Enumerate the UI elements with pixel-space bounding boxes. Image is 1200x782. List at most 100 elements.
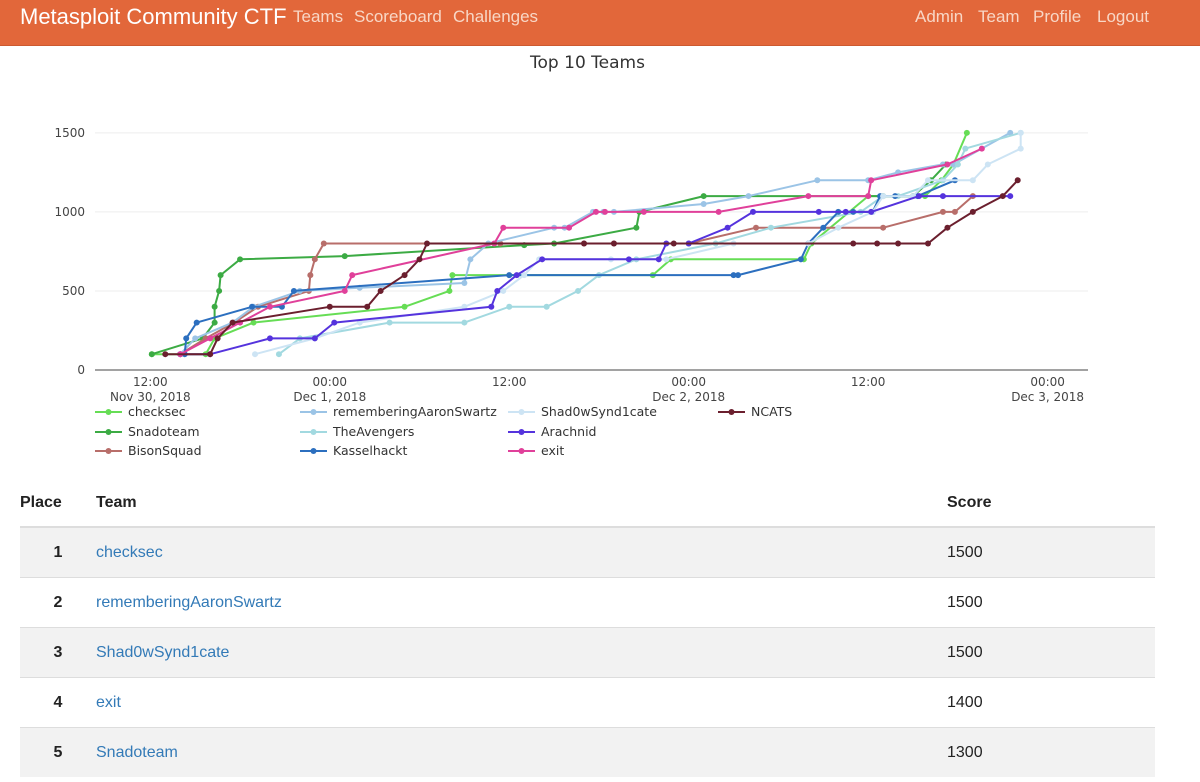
legend-swatch-marker xyxy=(310,429,317,435)
data-point xyxy=(311,256,318,263)
table-row: 4 exit 1400 xyxy=(20,677,1155,728)
data-point xyxy=(969,208,976,215)
table-row: 5 Snadoteam 1300 xyxy=(20,727,1155,777)
table-row: 1 checksec 1500 xyxy=(20,526,1155,578)
legend-swatch-marker xyxy=(518,448,525,454)
team-link[interactable]: rememberingAaronSwartz xyxy=(96,594,282,611)
legend-label: Shad0wSynd1cate xyxy=(541,404,657,419)
legend-swatch-marker xyxy=(105,448,112,454)
data-point xyxy=(331,319,338,326)
data-point xyxy=(954,161,961,168)
data-point xyxy=(592,208,599,215)
legend-swatch-marker xyxy=(728,409,735,415)
data-point xyxy=(1017,145,1024,152)
legend-label: checksec xyxy=(128,404,186,419)
data-point xyxy=(978,145,985,152)
legend-swatch-marker xyxy=(105,409,112,415)
data-point xyxy=(193,319,200,326)
data-point xyxy=(341,287,348,294)
x-tick-date-label: Dec 3, 2018 xyxy=(1011,390,1084,404)
data-point xyxy=(423,240,430,247)
data-point xyxy=(735,272,742,279)
data-point xyxy=(207,351,214,358)
nav-team-link[interactable]: Team xyxy=(978,7,1020,27)
x-tick-label: 00:00 xyxy=(312,375,347,389)
scoreboard-chart: 05001000150012:00Nov 30, 201800:00Dec 1,… xyxy=(54,126,1088,458)
data-point xyxy=(575,287,582,294)
data-point xyxy=(543,303,550,310)
x-tick-date-label: Dec 1, 2018 xyxy=(293,390,366,404)
data-point xyxy=(670,240,677,247)
data-point xyxy=(326,303,333,310)
data-point xyxy=(835,224,842,231)
legend-label: exit xyxy=(541,443,564,458)
data-point xyxy=(1007,193,1014,200)
data-point xyxy=(939,193,946,200)
y-tick-label: 1500 xyxy=(54,126,85,140)
y-tick-label: 0 xyxy=(77,363,85,377)
data-point xyxy=(237,256,244,263)
nav-teams-link[interactable]: Teams xyxy=(293,7,343,27)
data-point xyxy=(349,272,356,279)
data-point xyxy=(820,224,827,231)
data-point xyxy=(192,335,199,342)
score-cell: 1400 xyxy=(947,677,1155,728)
team-link[interactable]: Shad0wSynd1cate xyxy=(96,644,229,661)
data-point xyxy=(162,351,169,358)
x-tick-label: 00:00 xyxy=(1030,375,1065,389)
data-point xyxy=(566,224,573,231)
data-point xyxy=(467,256,474,263)
score-cell: 1300 xyxy=(947,727,1155,777)
data-point xyxy=(461,280,468,287)
data-point xyxy=(868,208,875,215)
data-point xyxy=(364,303,371,310)
data-point xyxy=(625,256,632,263)
nav-scoreboard-link[interactable]: Scoreboard xyxy=(354,7,442,27)
data-point xyxy=(216,287,223,294)
data-point xyxy=(865,193,872,200)
place-cell: 3 xyxy=(20,627,96,678)
team-column-header: Team xyxy=(96,480,947,528)
nav-profile-link[interactable]: Profile xyxy=(1033,7,1081,27)
data-point xyxy=(307,272,314,279)
table-row: 2 rememberingAaronSwartz 1500 xyxy=(20,577,1155,628)
nav-logout-link[interactable]: Logout xyxy=(1097,7,1149,27)
data-point xyxy=(488,303,495,310)
nav-admin-link[interactable]: Admin xyxy=(915,7,963,27)
data-point xyxy=(1017,129,1024,136)
data-point xyxy=(249,303,256,310)
data-point xyxy=(506,272,513,279)
data-point xyxy=(449,272,456,279)
data-point xyxy=(640,208,647,215)
data-point xyxy=(951,208,958,215)
data-point xyxy=(750,208,757,215)
data-point xyxy=(805,193,812,200)
place-column-header: Place xyxy=(20,480,96,528)
x-tick-label: 00:00 xyxy=(671,375,706,389)
data-point xyxy=(341,253,348,260)
legend-label: rememberingAaronSwartz xyxy=(333,404,497,419)
data-point xyxy=(724,224,731,231)
data-point xyxy=(500,224,507,231)
data-point xyxy=(700,193,707,200)
y-tick-label: 500 xyxy=(62,284,85,298)
data-point xyxy=(924,240,931,247)
team-link[interactable]: exit xyxy=(96,694,121,711)
scoreboard-table: Place Team Score 1 checksec 1500 2 remem… xyxy=(20,480,1155,777)
data-point xyxy=(446,287,453,294)
x-tick-label: 12:00 xyxy=(851,375,886,389)
data-point xyxy=(745,193,752,200)
table-header-row: Place Team Score xyxy=(20,480,1155,528)
data-point xyxy=(506,303,513,310)
data-point xyxy=(275,351,282,358)
legend-label: Kasselhackt xyxy=(333,443,408,458)
team-link[interactable]: checksec xyxy=(96,544,163,561)
data-point xyxy=(214,335,221,342)
data-point xyxy=(183,335,190,342)
team-link[interactable]: Snadoteam xyxy=(96,744,178,761)
nav-challenges-link[interactable]: Challenges xyxy=(453,7,538,27)
data-point xyxy=(148,351,155,358)
data-point xyxy=(386,319,393,326)
brand-link[interactable]: Metasploit Community CTF xyxy=(20,5,287,29)
data-point xyxy=(311,335,318,342)
